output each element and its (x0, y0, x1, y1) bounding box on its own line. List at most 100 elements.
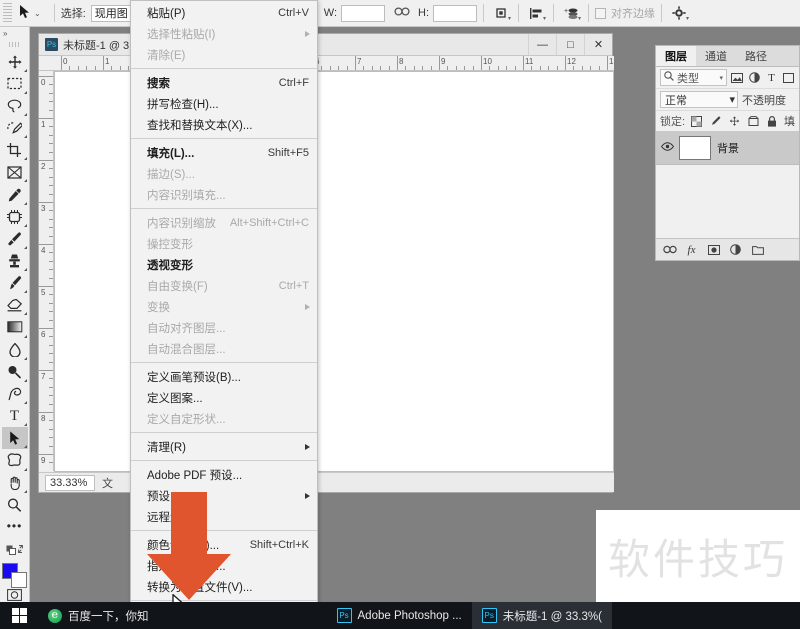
close-button[interactable]: ✕ (584, 34, 612, 55)
double-chevron-right-icon[interactable]: » (0, 27, 29, 40)
path-operations-icon[interactable]: ▾ (490, 3, 512, 23)
tab-paths[interactable]: 路径 (736, 46, 776, 66)
photoshop-icon: Ps (45, 38, 58, 51)
fx-icon[interactable]: fx (684, 242, 699, 257)
taskbar-item-photoshop[interactable]: Ps Adobe Photoshop ... (327, 602, 472, 629)
menu-item[interactable]: 拼写检查(H)... (131, 93, 317, 114)
link-layers-icon[interactable] (662, 242, 677, 257)
quick-mask-icon[interactable] (6, 587, 24, 602)
quick-selection-tool[interactable] (2, 117, 28, 139)
link-icon[interactable] (394, 7, 410, 19)
spot-healing-brush-tool[interactable] (2, 206, 28, 228)
color-swatches[interactable] (1, 563, 28, 589)
lock-transparent-pixels-icon[interactable] (689, 114, 704, 129)
width-input[interactable] (341, 4, 386, 22)
horizontal-type-tool[interactable]: T (2, 405, 28, 427)
history-brush-tool[interactable] (2, 272, 28, 294)
height-input[interactable] (433, 4, 478, 22)
image-filter-icon[interactable] (731, 70, 744, 85)
eraser-tool[interactable] (2, 294, 28, 316)
menu-item: 变换 (131, 296, 317, 317)
chevron-down-icon[interactable]: ⌄ (34, 9, 41, 18)
menu-item[interactable]: 填充(L)... Shift+F5 (131, 142, 317, 163)
horizontal-ruler[interactable]: 012345678910111213 (39, 56, 614, 71)
ruler-minor-tick (69, 66, 71, 70)
zoom-level-field[interactable]: 33.33% (45, 474, 95, 491)
crop-tool[interactable] (2, 139, 28, 161)
options-bar-grip[interactable] (3, 3, 12, 23)
custom-shape-tool[interactable] (2, 449, 28, 471)
menu-item[interactable]: 定义画笔预设(B)... (131, 366, 317, 387)
gradient-tool[interactable] (2, 316, 28, 338)
ruler-tick-label: 9 (441, 57, 446, 66)
rectangular-marquee-tool[interactable] (2, 73, 28, 95)
menu-item[interactable]: Adobe PDF 预设... (131, 464, 317, 485)
add-mask-icon[interactable] (706, 242, 721, 257)
layer-thumbnail[interactable] (679, 135, 711, 160)
menu-item-label: 清除(E) (147, 49, 186, 62)
tab-layers[interactable]: 图层 (656, 46, 696, 66)
gear-icon[interactable]: ▾ (668, 3, 690, 23)
ruler-minor-tick (573, 66, 575, 70)
new-group-icon[interactable] (750, 242, 765, 257)
type-filter-icon[interactable]: T (765, 70, 778, 85)
ruler-minor-tick (506, 66, 508, 70)
table-row[interactable]: 背景 (656, 131, 799, 165)
taskbar-item-document[interactable]: Ps 未标题-1 @ 33.3%( (471, 602, 612, 629)
menu-item[interactable]: 定义图案... (131, 387, 317, 408)
taskbar-item-browser[interactable]: 百度一下，你知 (38, 602, 159, 629)
divider (518, 4, 520, 22)
layer-filter-row: 类型 ▾ T (656, 67, 799, 89)
eye-icon[interactable] (661, 141, 674, 154)
pen-tool[interactable] (2, 383, 28, 405)
ruler-major-tick (39, 286, 53, 287)
move-tool[interactable] (2, 51, 28, 73)
minimize-button[interactable]: — (528, 34, 556, 55)
dodge-tool[interactable] (2, 361, 28, 383)
blur-tool[interactable] (2, 339, 28, 361)
lock-image-pixels-icon[interactable] (708, 114, 723, 129)
edit-toolbar-ellipsis[interactable]: ••• (2, 516, 28, 538)
path-selection-tool[interactable] (1, 427, 28, 450)
current-tool-preset[interactable]: ⌄ (12, 5, 48, 21)
ruler-minor-tick (598, 66, 600, 70)
shape-filter-icon[interactable] (782, 70, 795, 85)
lock-position-icon[interactable] (727, 114, 742, 129)
blend-mode-select[interactable]: 正常 ▾ (660, 91, 738, 108)
menu-item[interactable]: 清理(R) (131, 436, 317, 457)
browser-icon (48, 608, 62, 623)
menu-item[interactable]: 粘贴(P) Ctrl+V (131, 2, 317, 23)
background-color-swatch[interactable] (10, 572, 27, 589)
zoom-tool[interactable] (2, 494, 28, 516)
lock-all-icon[interactable] (765, 114, 780, 129)
lasso-tool[interactable] (2, 95, 28, 117)
vertical-ruler[interactable]: 0 1 2 3 4 5 6 7 8 9 (39, 71, 54, 471)
path-arrangement-icon[interactable]: + ▾ (560, 3, 582, 23)
tools-panel-grip[interactable] (8, 41, 21, 47)
document-title-bar[interactable]: Ps 未标题-1 @ 3 — □ ✕ (39, 34, 612, 56)
clone-stamp-tool[interactable] (2, 250, 28, 272)
layer-filter-select[interactable]: 类型 ▾ (660, 69, 727, 86)
menu-item[interactable]: 查找和替换文本(X)... (131, 114, 317, 135)
align-edges-checkbox[interactable] (595, 7, 607, 19)
frame-tool[interactable] (2, 161, 28, 183)
brush-tool[interactable] (2, 228, 28, 250)
adjustment-filter-icon[interactable] (748, 70, 761, 85)
new-adjustment-layer-icon[interactable] (728, 242, 743, 257)
document-tab[interactable]: Ps 未标题-1 @ 3 (39, 37, 129, 53)
eyedropper-tool[interactable] (2, 183, 28, 205)
hand-tool[interactable] (2, 472, 28, 494)
ruler-major-tick (39, 328, 53, 329)
menu-item[interactable]: 搜索 Ctrl+F (131, 72, 317, 93)
menu-item-label: 操控变形 (147, 238, 193, 251)
lock-row: 锁定: 填 (656, 111, 799, 131)
tab-channels[interactable]: 通道 (696, 46, 736, 66)
menu-item-label: 自由变换(F) (147, 280, 208, 293)
path-alignment-icon[interactable]: ▾ (525, 3, 547, 23)
default-colors-and-swap[interactable] (2, 538, 28, 560)
lock-artboard-nesting-icon[interactable] (746, 114, 761, 129)
windows-start-icon[interactable] (0, 602, 38, 629)
menu-item[interactable]: 透视变形 (131, 254, 317, 275)
menu-item-shortcut: Ctrl+T (278, 279, 309, 292)
maximize-button[interactable]: □ (556, 34, 584, 55)
